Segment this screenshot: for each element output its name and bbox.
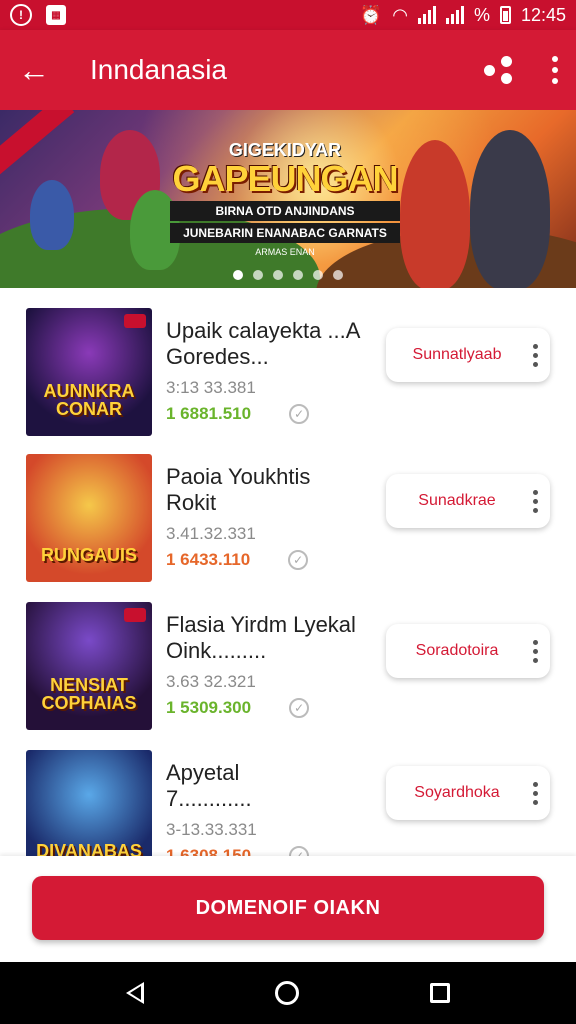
carousel-dots[interactable] — [0, 270, 576, 280]
action-label: Soyardhoka — [414, 784, 500, 801]
game-subtitle: 7............ — [166, 786, 252, 811]
carousel-dot[interactable] — [253, 270, 263, 280]
banner-title: GIGEKIDYAR GAPEUNGAN BIRNA OTD ANJINDANS… — [170, 140, 400, 257]
action-label: Sunnatlyaab — [412, 346, 502, 363]
carousel-dot[interactable] — [313, 270, 323, 280]
thumbnail-title: RUNGAUIS — [40, 545, 137, 565]
game-thumbnail[interactable]: NENSIAT COPHAIAS — [26, 602, 152, 730]
game-action-button[interactable]: Sunnatlyaab — [386, 328, 550, 382]
verified-icon: ✓ — [289, 846, 310, 856]
status-time: 12:45 — [520, 4, 566, 25]
game-subtitle: Rokit — [166, 490, 217, 515]
game-subtitle: Oink......... — [166, 638, 267, 663]
more-options-icon[interactable] — [520, 781, 550, 805]
list-item[interactable]: NENSIAT COPHAIAS Flasia Yirdm Lyekal Oin… — [0, 590, 576, 730]
game-price: 1 6433.110 — [166, 550, 251, 569]
game-thumbnail[interactable]: DIVANABAS — [26, 750, 152, 856]
list-item[interactable]: DIVANABAS Apyetal 7............ 3-13.33.… — [0, 738, 576, 856]
carousel-dot[interactable] — [233, 270, 243, 280]
carousel-dot[interactable] — [273, 270, 283, 280]
alarm-icon: ⏰ — [359, 4, 383, 25]
system-nav-bar — [0, 962, 576, 1024]
verified-icon: ✓ — [288, 550, 309, 570]
overflow-menu-icon[interactable] — [552, 56, 558, 84]
page-title: Inndanasia — [90, 54, 228, 85]
nav-back-icon[interactable] — [125, 982, 144, 1004]
thumbnail-title: AUNNKRA CONAR — [43, 381, 135, 419]
game-thumbnail[interactable]: AUNNKRA CONAR — [26, 308, 152, 436]
game-title: Apyetal — [166, 760, 240, 785]
banner-strip: BIRNA OTD ANJINDANS — [170, 201, 400, 221]
share-icon[interactable] — [484, 56, 512, 84]
game-price: 1 6881.510 — [166, 404, 252, 423]
bottom-action-area: DOMENOIF OIAKN — [0, 856, 576, 962]
primary-cta-button[interactable]: DOMENOIF OIAKN — [32, 876, 544, 940]
game-thumbnail[interactable]: RUNGAUIS — [26, 454, 152, 582]
game-action-button[interactable]: Soradotoira — [386, 624, 550, 678]
game-action-button[interactable]: Sunadkrae — [386, 474, 550, 528]
game-meta: 3.63 32.321 — [166, 672, 256, 691]
hero-character-boy — [470, 130, 550, 288]
game-meta: 3-13.33.331 — [166, 820, 257, 839]
more-options-icon[interactable] — [520, 639, 550, 663]
game-meta: 3.41.32.331 — [166, 524, 256, 543]
game-action-button[interactable]: Soyardhoka — [386, 766, 550, 820]
game-price: 1 5309.300 — [166, 698, 252, 717]
list-item[interactable]: RUNGAUIS Paoia Youkhtis Rokit 3.41.32.33… — [0, 442, 576, 582]
promo-banner[interactable]: GIGEKIDYAR GAPEUNGAN BIRNA OTD ANJINDANS… — [0, 110, 576, 288]
game-price: 1 6308.150 — [166, 846, 252, 856]
banner-line-main: GAPEUNGAN — [172, 158, 398, 199]
signal-icon — [417, 6, 436, 24]
verified-icon: ✓ — [289, 698, 310, 718]
thumbnail-title: DIVANABAS — [36, 841, 142, 856]
game-list: AUNNKRA CONAR Upaik calayekta ...A Gored… — [0, 296, 576, 856]
list-item[interactable]: AUNNKRA CONAR Upaik calayekta ...A Gored… — [0, 296, 576, 436]
nav-recents-icon[interactable] — [430, 983, 451, 1003]
game-subtitle: Goredes... — [166, 344, 269, 369]
thumbnail-title: NENSIAT COPHAIAS — [41, 675, 137, 713]
carousel-dot[interactable] — [333, 270, 343, 280]
app-notification-icon: ▦ — [46, 5, 66, 25]
game-title: Paoia Youkhtis — [166, 464, 311, 489]
status-bar: ! ▦ ⏰ ◠ % 12:45 — [0, 0, 576, 30]
hero-character-wizard — [30, 180, 74, 250]
carousel-dot[interactable] — [293, 270, 303, 280]
nav-home-icon[interactable] — [274, 981, 299, 1005]
wifi-icon: ◠ — [392, 4, 408, 25]
action-label: Sunadkrae — [418, 492, 496, 509]
app-bar: ← Inndanasia — [0, 30, 576, 110]
game-title: Upaik calayekta ...A — [166, 318, 361, 343]
battery-icon — [499, 6, 511, 24]
game-meta: 3:13 33.381 — [166, 378, 256, 397]
notification-icon: ! — [10, 4, 32, 26]
signal-icon-2 — [445, 6, 464, 24]
more-options-icon[interactable] — [520, 489, 550, 513]
verified-icon: ✓ — [289, 404, 310, 424]
battery-percent: % — [473, 4, 490, 25]
back-arrow-icon[interactable]: ← — [18, 52, 62, 89]
action-label: Soradotoira — [415, 642, 499, 659]
game-title: Flasia Yirdm Lyekal — [166, 612, 356, 637]
hero-character-girl — [400, 140, 470, 288]
more-options-icon[interactable] — [520, 343, 550, 367]
banner-line-small: ARMAS ENAN — [255, 247, 315, 257]
banner-strip-2: JUNEBARIN ENANABAC GARNATS — [170, 223, 400, 243]
